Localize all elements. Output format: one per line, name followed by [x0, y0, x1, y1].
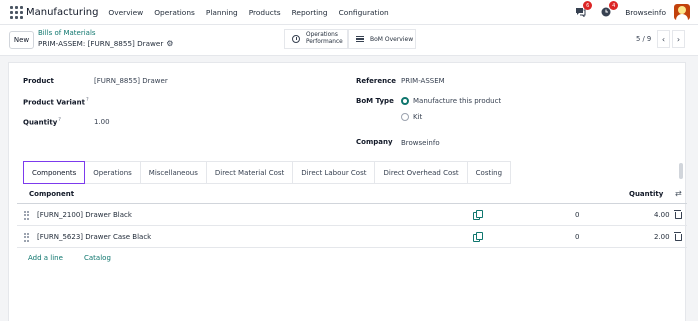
help-tooltip-icon[interactable]: ? [86, 97, 89, 103]
row-component[interactable]: [FURN_5623] Drawer Case Black [37, 233, 151, 241]
control-panel: New Bills of Materials PRIM-ASSEM: [FURN… [0, 25, 698, 56]
menu-overview[interactable]: Overview [108, 8, 143, 17]
column-component[interactable]: Component [29, 190, 74, 198]
tab-operations[interactable]: Operations [85, 161, 141, 184]
top-navbar: Manufacturing Overview Operations Planni… [0, 0, 698, 25]
row-zero-value: 0 [575, 211, 580, 219]
duplicate-icon[interactable] [473, 210, 483, 220]
tab-direct-overhead-cost[interactable]: Direct Overhead Cost [375, 161, 468, 184]
navbar-systray: 6 4 Browseinfo [573, 1, 690, 20]
delete-row-icon[interactable] [674, 232, 682, 241]
activities-clock-icon[interactable]: 4 [599, 1, 619, 19]
menu-configuration[interactable]: Configuration [339, 8, 389, 17]
pager-previous-icon[interactable]: ‹ [657, 30, 670, 48]
pager-next-icon[interactable]: › [672, 30, 685, 48]
row-zero-value: 0 [575, 233, 580, 241]
gear-icon[interactable]: ⚙ [166, 39, 173, 48]
table-row[interactable]: [FURN_5623] Drawer Case Black 0 2.00 [17, 226, 687, 248]
company-switcher[interactable]: Browseinfo [625, 8, 666, 17]
scrollbar-thumb[interactable] [679, 163, 683, 179]
product-variant-label: Product Variant? [23, 97, 89, 107]
quantity-field[interactable]: 1.00 [94, 118, 110, 126]
app-brand[interactable]: Manufacturing [26, 7, 98, 18]
drag-handle-icon[interactable] [24, 211, 29, 220]
company-field[interactable]: Browseinfo [401, 139, 440, 147]
menu-products[interactable]: Products [249, 8, 281, 17]
add-line-link[interactable]: Add a line [28, 254, 63, 262]
record-title: PRIM-ASSEM: [FURN_8855] Drawer [38, 39, 164, 48]
tab-components[interactable]: Components [23, 161, 86, 184]
list-bars-icon [355, 34, 365, 44]
column-quantity[interactable]: Quantity [629, 190, 663, 198]
operations-performance-button[interactable]: Operations Performance [284, 29, 348, 49]
form-sheet: Product [FURN_8855] Drawer Product Varia… [8, 62, 687, 321]
user-avatar[interactable] [674, 4, 690, 20]
bom-type-manufacture-radio[interactable] [401, 97, 409, 105]
messages-icon[interactable]: 6 [573, 1, 593, 19]
notebook-tabs: Components Operations Miscellaneous Dire… [23, 161, 512, 184]
tab-direct-material-cost[interactable]: Direct Material Cost [206, 161, 294, 184]
pager-counter[interactable]: 5 / 9 [636, 35, 651, 43]
menu-operations[interactable]: Operations [154, 8, 195, 17]
bom-type-kit-radio[interactable] [401, 113, 409, 121]
bom-type-manufacture-label[interactable]: Manufacture this product [413, 97, 501, 105]
column-settings-icon[interactable]: ⇄ [675, 189, 682, 198]
messages-count-badge: 6 [583, 1, 593, 10]
delete-row-icon[interactable] [674, 210, 682, 219]
reference-field[interactable]: PRIM-ASSEM [401, 77, 445, 85]
quantity-label: Quantity? [23, 117, 61, 127]
row-component[interactable]: [FURN_2100] Drawer Black [37, 211, 132, 219]
reference-label: Reference [356, 77, 397, 85]
breadcrumb-current: PRIM-ASSEM: [FURN_8855] Drawer ⚙ [38, 39, 173, 48]
operations-performance-label: Operations Performance [306, 32, 343, 45]
breadcrumb-parent[interactable]: Bills of Materials [38, 29, 96, 37]
bom-type-label: BoM Type [356, 97, 394, 105]
menu-reporting[interactable]: Reporting [292, 8, 328, 17]
catalog-link[interactable]: Catalog [84, 254, 111, 262]
help-tooltip-icon[interactable]: ? [58, 117, 61, 123]
tab-direct-labour-cost[interactable]: Direct Labour Cost [293, 161, 376, 184]
company-label: Company [356, 138, 393, 146]
new-button[interactable]: New [9, 31, 34, 49]
components-table-header: Component Quantity ⇄ [17, 185, 687, 204]
menu-planning[interactable]: Planning [206, 8, 238, 17]
bom-overview-button[interactable]: BoM Overview [348, 29, 416, 49]
apps-menu-icon[interactable] [8, 4, 24, 20]
drag-handle-icon[interactable] [24, 233, 29, 242]
tab-miscellaneous[interactable]: Miscellaneous [140, 161, 207, 184]
table-row[interactable]: [FURN_2100] Drawer Black 0 4.00 [17, 204, 687, 226]
bom-type-kit-label[interactable]: Kit [413, 113, 422, 121]
row-quantity[interactable]: 4.00 [654, 211, 670, 219]
clock-icon [291, 34, 301, 44]
product-label: Product [23, 77, 54, 85]
row-quantity[interactable]: 2.00 [654, 233, 670, 241]
activities-count-badge: 4 [609, 1, 619, 10]
product-field[interactable]: [FURN_8855] Drawer [94, 77, 168, 85]
bom-overview-label: BoM Overview [370, 35, 414, 43]
tab-costing[interactable]: Costing [467, 161, 512, 184]
duplicate-icon[interactable] [473, 232, 483, 242]
